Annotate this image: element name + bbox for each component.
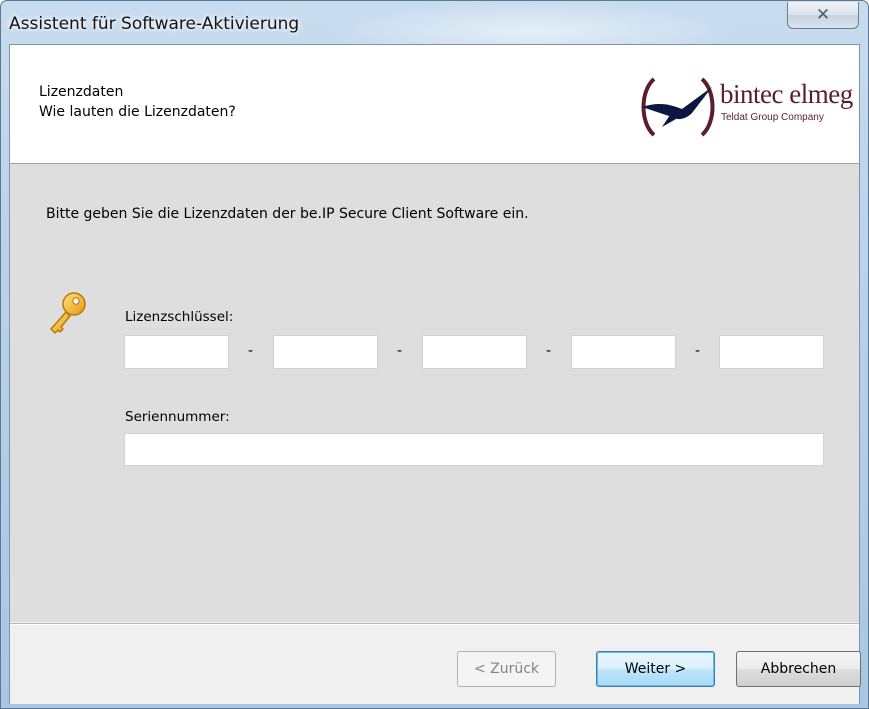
license-key-label: Lizenzschlüssel: (125, 309, 234, 325)
license-key-field-1[interactable] (124, 335, 229, 369)
license-key-field-5[interactable] (719, 335, 824, 369)
page-subtitle: Wie lauten die Lizenzdaten? (39, 104, 236, 120)
serial-number-label: Seriennummer: (125, 409, 230, 425)
close-icon: ✕ (815, 5, 831, 25)
wizard-header: Lizenzdaten Wie lauten die Lizenzdaten? … (10, 45, 859, 164)
key-icon (50, 292, 86, 334)
next-button[interactable]: Weiter > (596, 651, 715, 687)
close-button[interactable]: ✕ (787, 2, 859, 29)
wizard-body: Bitte geben Sie die Lizenzdaten der be.I… (10, 164, 859, 622)
footer-divider (10, 624, 859, 625)
key-separator: - (248, 343, 254, 359)
wizard-footer: < Zurück Weiter > Abbrechen (10, 623, 861, 704)
key-separator: - (695, 343, 701, 359)
bird-logo-icon (641, 77, 715, 137)
wizard-window: Assistent für Software-Aktivierung ✕ Liz… (0, 0, 869, 709)
key-separator: - (546, 343, 552, 359)
page-title: Lizenzdaten (39, 84, 124, 100)
logo-tagline: Teldat Group Company (721, 112, 824, 123)
bintec-elmeg-logo: bintec elmeg Teldat Group Company (632, 75, 853, 139)
license-key-field-2[interactable] (273, 335, 378, 369)
instruction-text: Bitte geben Sie die Lizenzdaten der be.I… (46, 206, 529, 222)
wizard-client-area: Lizenzdaten Wie lauten die Lizenzdaten? … (9, 44, 861, 704)
key-separator: - (397, 343, 403, 359)
serial-number-field[interactable] (124, 433, 824, 466)
window-title: Assistent für Software-Aktivierung (9, 14, 300, 34)
license-key-field-3[interactable] (422, 335, 527, 369)
cancel-button[interactable]: Abbrechen (736, 651, 861, 687)
back-button[interactable]: < Zurück (457, 651, 556, 687)
license-key-field-4[interactable] (571, 335, 676, 369)
title-bar[interactable]: Assistent für Software-Aktivierung ✕ (1, 1, 868, 61)
logo-brand: bintec elmeg (720, 79, 853, 109)
